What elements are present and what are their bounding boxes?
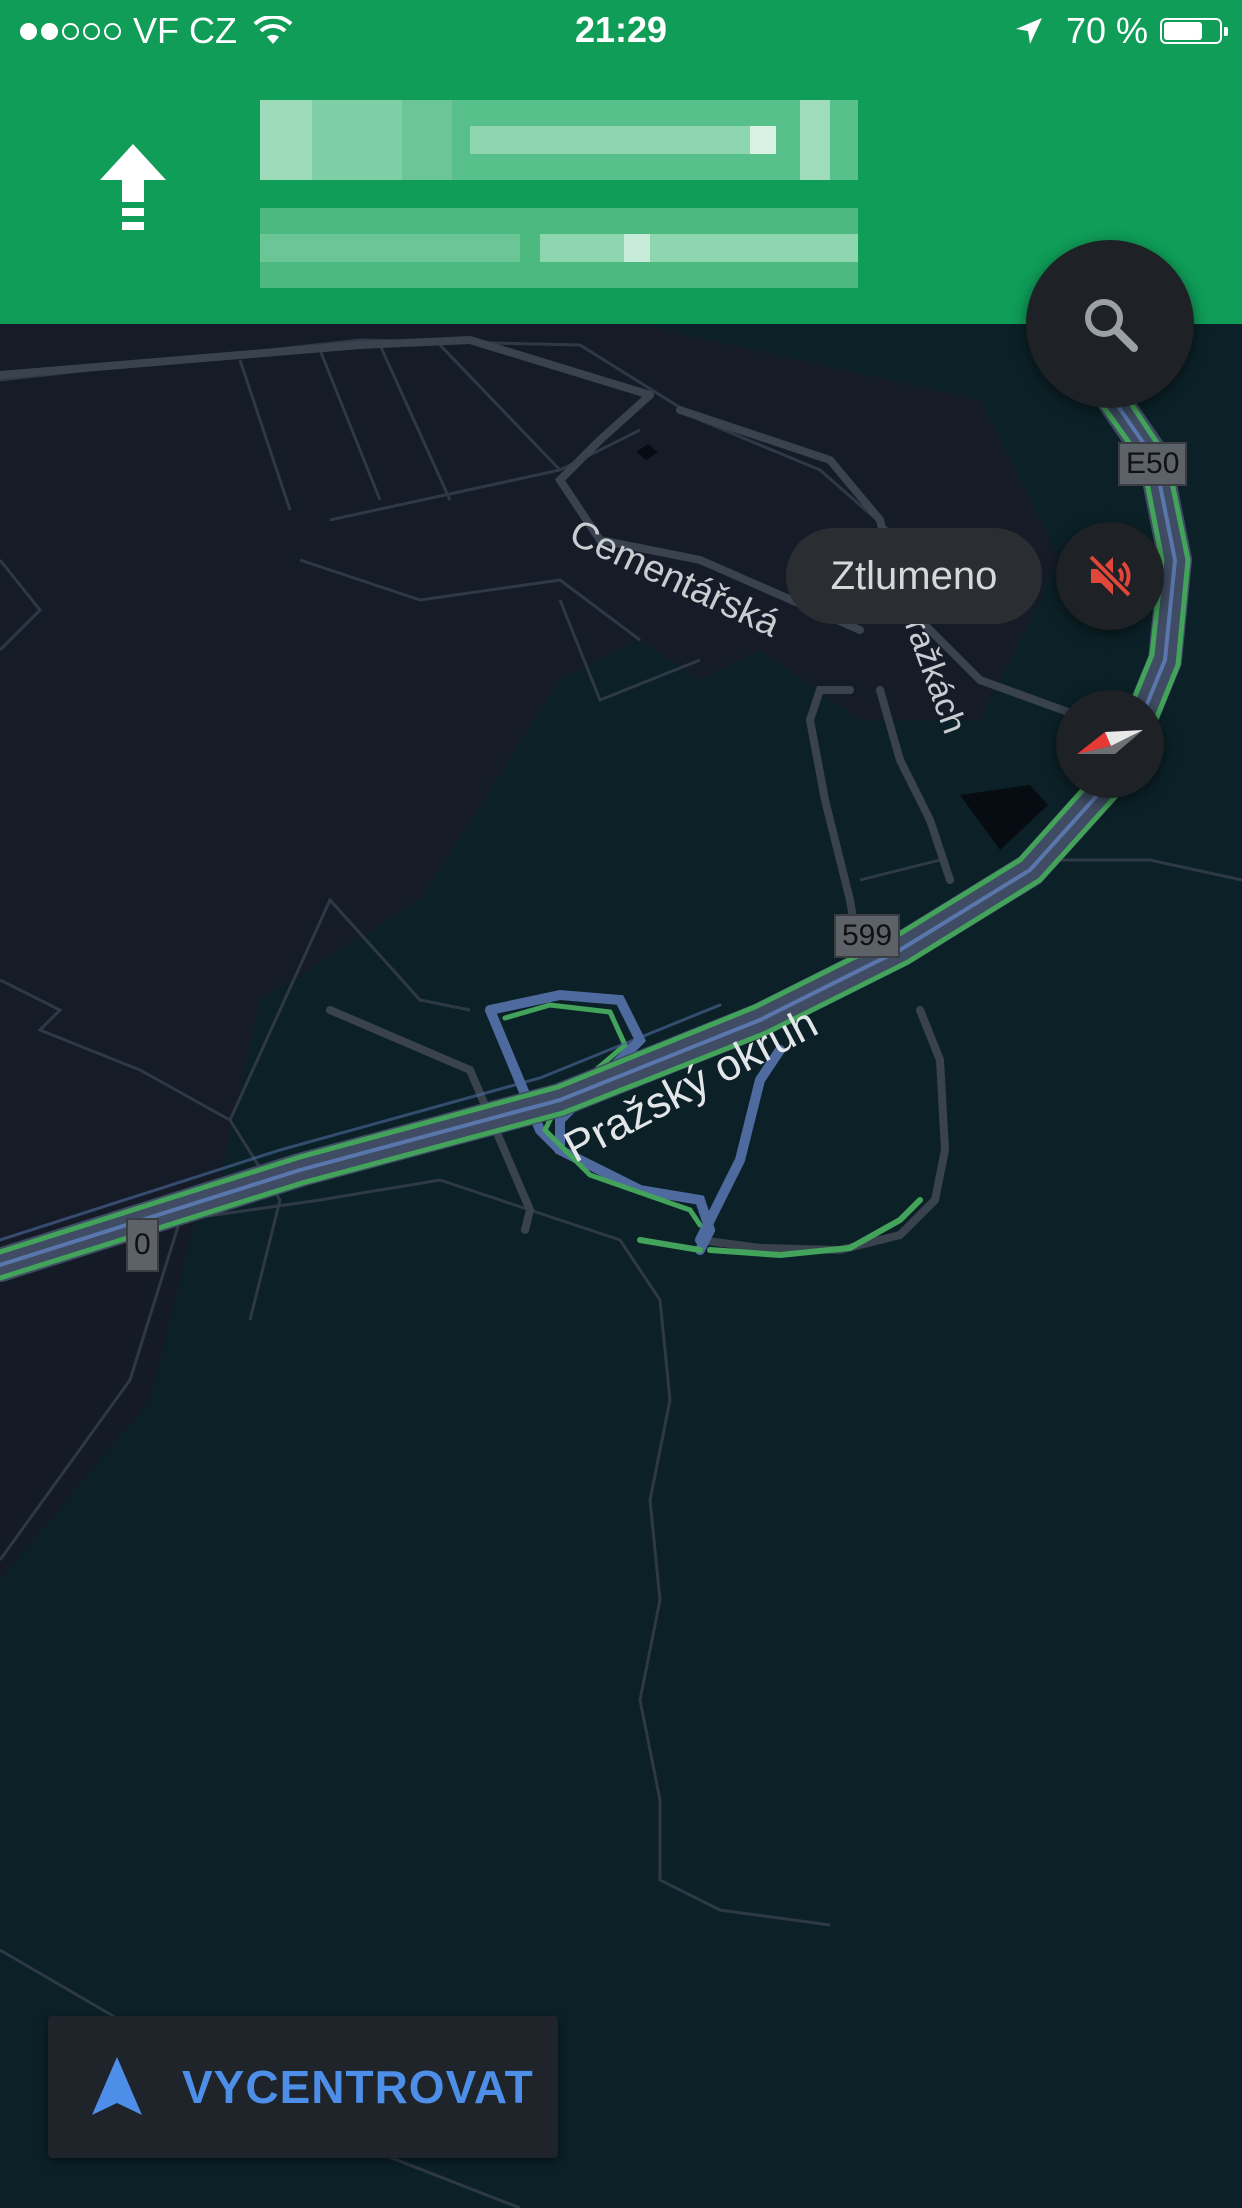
- mute-button[interactable]: [1056, 522, 1164, 630]
- navigation-arrow-icon: [92, 2057, 142, 2115]
- compass-button[interactable]: [1056, 690, 1164, 798]
- status-right-group: 70 %: [1014, 10, 1228, 52]
- street-name-pixelated: [260, 100, 858, 180]
- recenter-label: VYCENTROVAT: [182, 2061, 534, 2113]
- road-shield-e50: E50: [1118, 442, 1188, 486]
- battery-percent: 70 %: [1065, 10, 1148, 51]
- search-icon: [1085, 299, 1138, 352]
- arrow-straight-icon: [100, 144, 166, 230]
- recenter-button[interactable]: VYCENTROVAT: [48, 2016, 558, 2158]
- mute-status-label: Ztlumeno: [786, 528, 1042, 624]
- next-step-pixelated: [260, 208, 858, 288]
- battery-icon: [1160, 18, 1228, 44]
- road-shield-599: 599: [834, 914, 901, 958]
- search-button[interactable]: [1026, 240, 1194, 408]
- road-shield-0: 0: [126, 1218, 159, 1272]
- status-bar: VF CZ 21:29 70 %: [0, 0, 1242, 62]
- location-arrow-icon: [1015, 18, 1042, 44]
- volume-off-icon: [1088, 554, 1132, 598]
- compass-icon: [1077, 730, 1143, 754]
